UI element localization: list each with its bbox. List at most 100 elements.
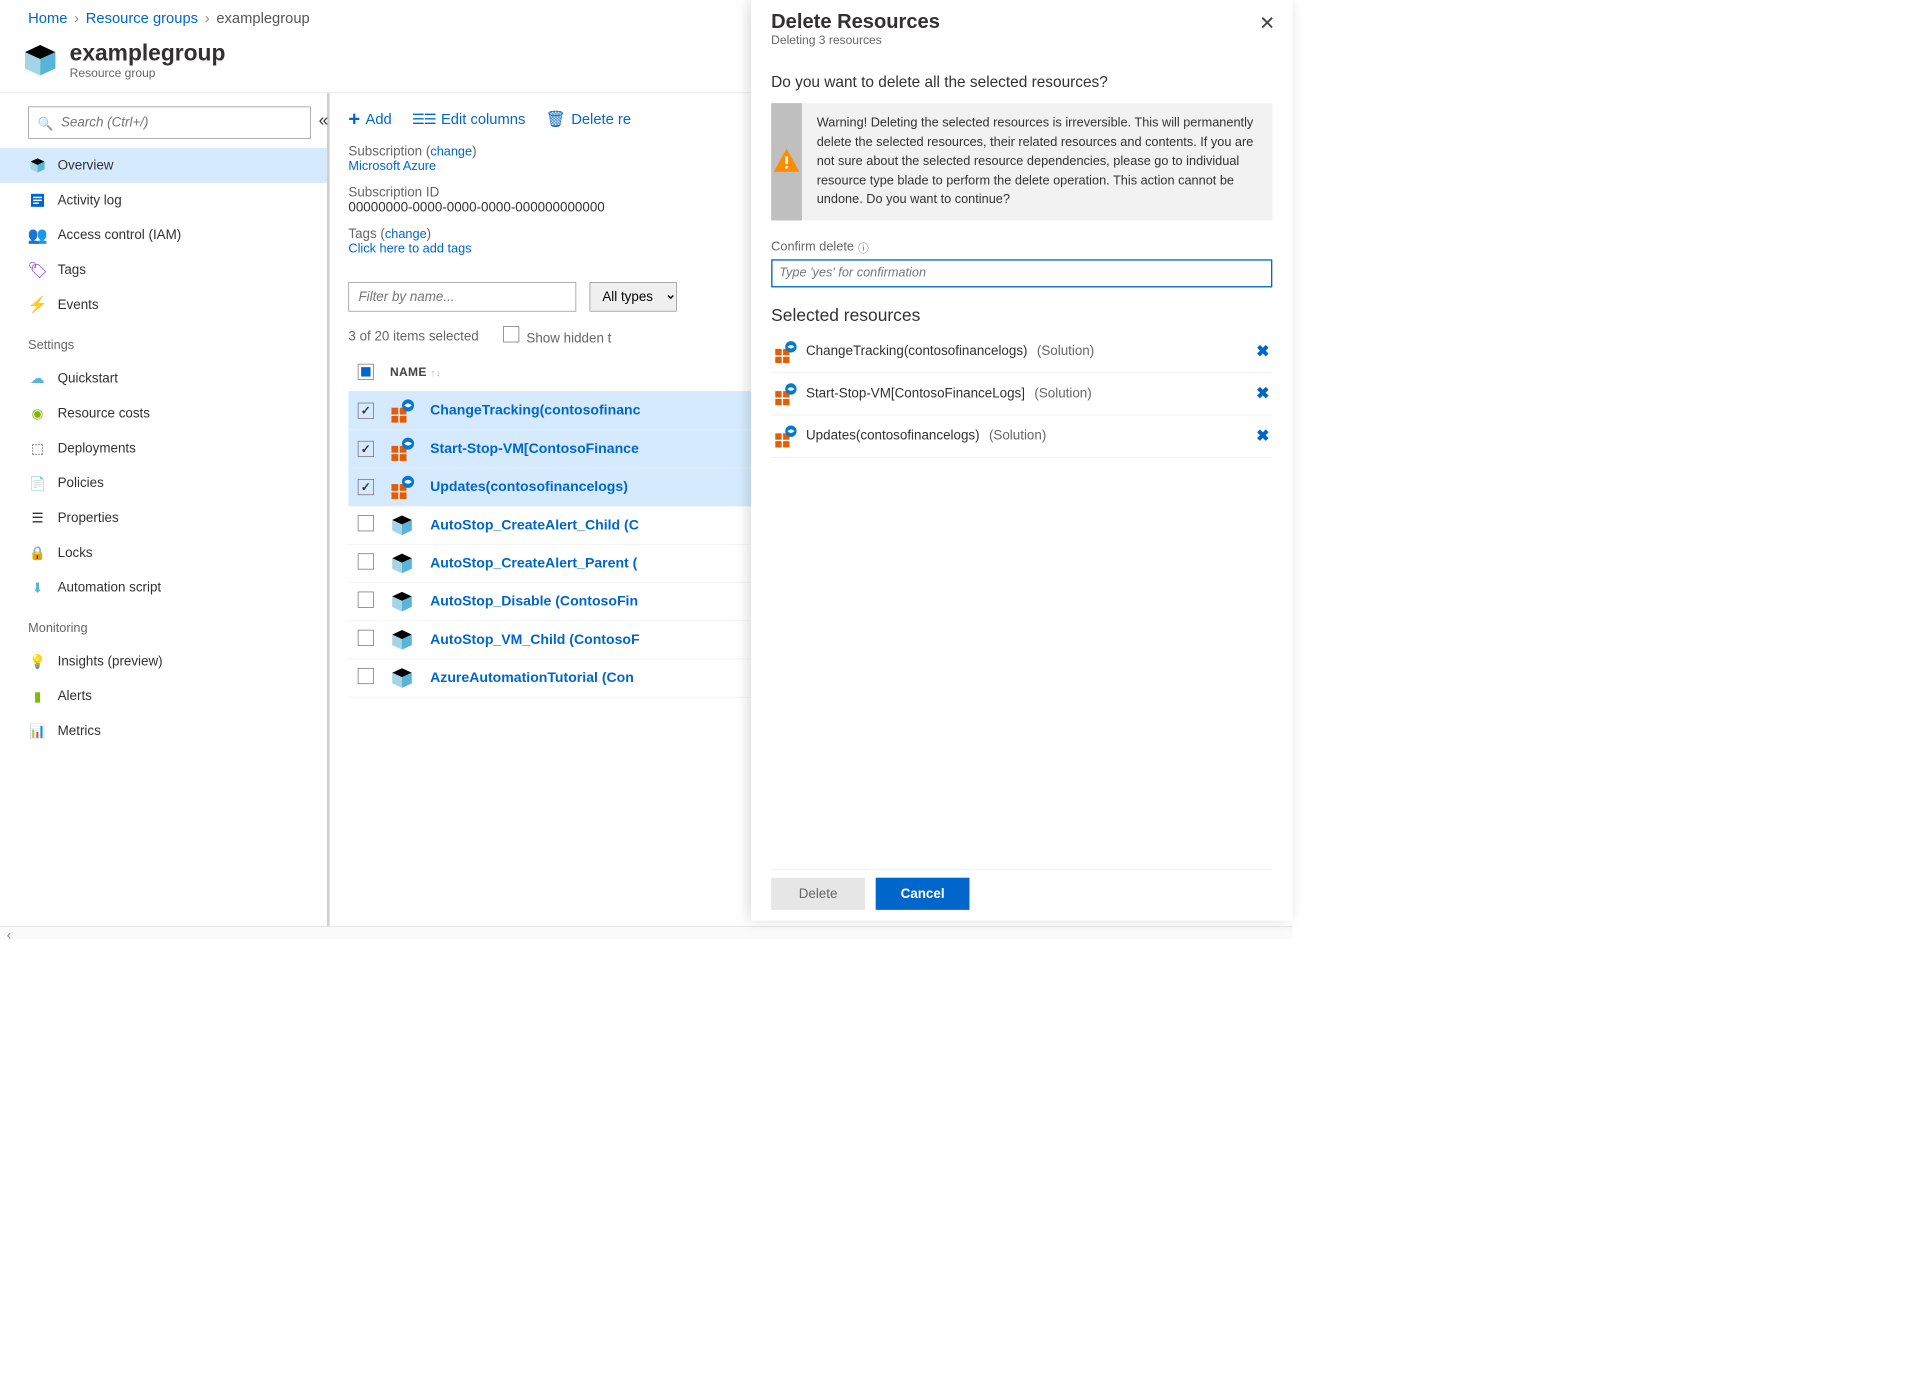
delete-button[interactable]: Delete: [771, 878, 865, 910]
collapse-icon[interactable]: «: [319, 109, 329, 130]
edit-columns-button[interactable]: ☰☰Edit columns: [412, 111, 526, 128]
scroll-left-icon[interactable]: ‹: [7, 928, 11, 938]
delete-resources-panel: ✕ Delete Resources Deleting 3 resources …: [751, 0, 1292, 921]
remove-icon[interactable]: ✖: [1256, 426, 1269, 445]
resource-type-icon: [774, 382, 797, 405]
resource-type-icon: [390, 666, 414, 690]
warning-icon: [771, 146, 802, 177]
resource-name[interactable]: AutoStop_Disable (ContosoFin: [430, 594, 638, 610]
sidebar-item-properties[interactable]: ☰Properties: [0, 500, 327, 535]
row-checkbox[interactable]: [358, 668, 374, 684]
remove-icon[interactable]: ✖: [1256, 384, 1269, 403]
nav-icon: ▮: [28, 687, 47, 706]
tags-change-link[interactable]: change: [385, 227, 427, 241]
sort-icon: ↑↓: [431, 367, 441, 378]
nav-icon: 🏷: [28, 261, 47, 280]
confirm-delete-input[interactable]: [771, 259, 1272, 287]
nav-icon: 📄: [28, 474, 47, 493]
cancel-button[interactable]: Cancel: [876, 878, 970, 910]
selection-count: 3 of 20 items selected: [348, 329, 478, 344]
selected-resource-name: Start-Stop-VM[ContosoFinanceLogs]: [806, 386, 1025, 401]
row-checkbox[interactable]: [358, 479, 374, 495]
subscription-link[interactable]: Microsoft Azure: [348, 159, 436, 173]
monitoring-section-label: Monitoring: [0, 605, 327, 644]
row-checkbox[interactable]: [358, 630, 374, 646]
remove-icon[interactable]: ✖: [1256, 342, 1269, 361]
sidebar-item-tags[interactable]: 🏷Tags: [0, 253, 327, 288]
sidebar-item-policies[interactable]: 📄Policies: [0, 466, 327, 501]
delete-rg-button[interactable]: 🗑Delete re: [545, 110, 631, 129]
sidebar-item-resource-costs[interactable]: ◉Resource costs: [0, 396, 327, 431]
nav-icon: [28, 191, 47, 210]
selected-resource-type: (Solution): [1037, 344, 1094, 359]
resource-type-icon: [390, 513, 414, 537]
nav-icon: 💡: [28, 652, 47, 671]
selected-resource-name: ChangeTracking(contosofinancelogs): [806, 344, 1027, 359]
name-column-header[interactable]: NAME↑↓: [390, 365, 441, 379]
resource-type-icon: [390, 551, 414, 575]
add-button[interactable]: +Add: [348, 108, 391, 131]
warning-message: Warning! Deleting the selected resources…: [802, 103, 1272, 220]
row-checkbox[interactable]: [358, 403, 374, 419]
subscription-id-label: Subscription ID: [348, 185, 439, 200]
resource-name[interactable]: AzureAutomationTutorial (Con: [430, 670, 634, 686]
resource-type-icon: [774, 340, 797, 363]
resource-name[interactable]: ChangeTracking(contosofinanc: [430, 403, 640, 419]
nav-icon: ☁: [28, 369, 47, 388]
search-icon: 🔍: [38, 116, 54, 132]
show-hidden-checkbox[interactable]: [503, 326, 519, 342]
show-hidden-label: Show hidden t: [526, 331, 611, 346]
nav-icon: ⬇: [28, 578, 47, 597]
sidebar-item-activity-log[interactable]: Activity log: [0, 183, 327, 218]
resource-type-icon: [390, 437, 414, 461]
confirm-delete-label: Confirm deleteⓘ: [771, 239, 1272, 255]
page-subtitle: Resource group: [70, 66, 226, 80]
sidebar-item-alerts[interactable]: ▮Alerts: [0, 679, 327, 714]
plus-icon: +: [348, 108, 360, 131]
sidebar-item-metrics[interactable]: 📊Metrics: [0, 714, 327, 749]
sidebar-item-quickstart[interactable]: ☁Quickstart: [0, 361, 327, 396]
sidebar-item-locks[interactable]: 🔒Locks: [0, 535, 327, 570]
info-icon: ⓘ: [858, 239, 869, 255]
nav-icon: 🔒: [28, 543, 47, 562]
nav-icon: [28, 156, 47, 175]
breadcrumb-home[interactable]: Home: [28, 9, 67, 26]
selected-resource-row: Start-Stop-VM[ContosoFinanceLogs](Soluti…: [771, 373, 1272, 415]
sidebar-item-access-control-iam-[interactable]: 👥Access control (IAM): [0, 218, 327, 253]
sidebar-search-input[interactable]: [28, 107, 311, 139]
filter-by-name-input[interactable]: [348, 282, 576, 311]
settings-section-label: Settings: [0, 322, 327, 361]
close-button[interactable]: ✕: [1259, 12, 1275, 34]
selected-resource-type: (Solution): [989, 428, 1046, 443]
sidebar-item-insights-preview-[interactable]: 💡Insights (preview): [0, 644, 327, 679]
resource-type-icon: [390, 475, 414, 499]
row-checkbox[interactable]: [358, 441, 374, 457]
panel-title: Delete Resources: [771, 11, 1272, 34]
sidebar-item-overview[interactable]: Overview: [0, 148, 327, 183]
sidebar-item-events[interactable]: ⚡Events: [0, 287, 327, 322]
nav-icon: 📊: [28, 722, 47, 741]
resource-name[interactable]: Start-Stop-VM[ContosoFinance: [430, 441, 639, 457]
subscription-id-value: 00000000-0000-0000-0000-000000000000: [348, 200, 604, 215]
resource-name[interactable]: AutoStop_CreateAlert_Parent (: [430, 555, 637, 571]
row-checkbox[interactable]: [358, 592, 374, 608]
warning-box: Warning! Deleting the selected resources…: [771, 103, 1272, 220]
resource-type-icon: [390, 590, 414, 614]
sidebar-item-automation-script[interactable]: ⬇Automation script: [0, 570, 327, 605]
panel-subtitle: Deleting 3 resources: [771, 34, 1272, 61]
resource-name[interactable]: AutoStop_CreateAlert_Child (C: [430, 517, 639, 533]
selected-resource-row: Updates(contosofinancelogs)(Solution)✖: [771, 415, 1272, 457]
subscription-change-link[interactable]: change: [430, 145, 472, 159]
resource-name[interactable]: AutoStop_VM_Child (ContosoF: [430, 632, 639, 648]
selected-resources-heading: Selected resources: [771, 305, 1272, 326]
selected-resource-row: ChangeTracking(contosofinancelogs) (Solut…: [771, 331, 1272, 373]
tags-add-link[interactable]: Click here to add tags: [348, 242, 471, 256]
page-title: examplegroup: [70, 40, 226, 66]
row-checkbox[interactable]: [358, 553, 374, 569]
sidebar-item-deployments[interactable]: ⬚Deployments: [0, 431, 327, 466]
breadcrumb-resource-groups[interactable]: Resource groups: [86, 9, 198, 26]
select-all-checkbox[interactable]: [358, 364, 374, 380]
resource-name[interactable]: Updates(contosofinancelogs): [430, 479, 628, 495]
types-select[interactable]: All types: [590, 282, 677, 311]
row-checkbox[interactable]: [358, 515, 374, 531]
